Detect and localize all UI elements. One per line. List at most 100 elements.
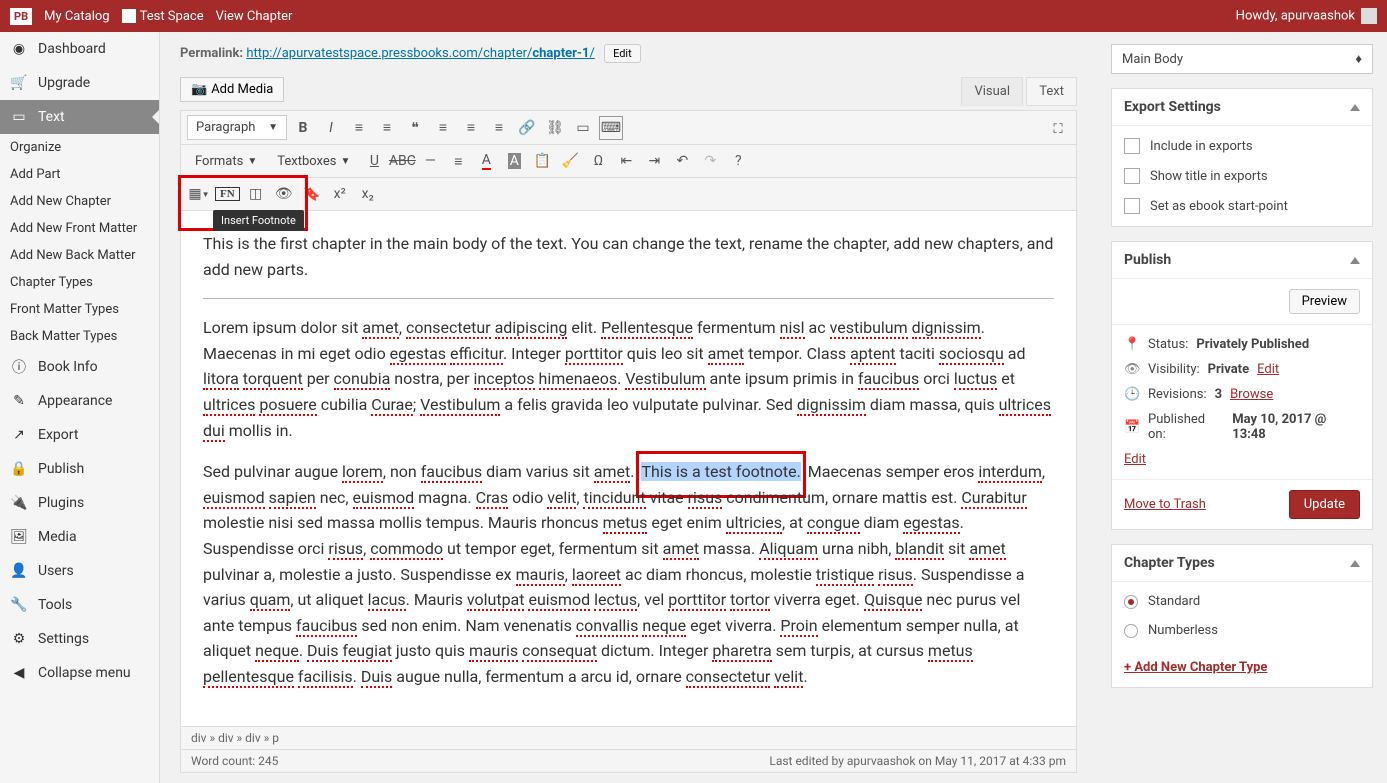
specialchar-button[interactable]: Ω [586,149,610,173]
footnote-tooltip: Insert Footnote [213,210,304,231]
formats-dropdown[interactable]: Formats▼ [187,150,265,173]
sidebar-appearance[interactable]: ✎Appearance [0,384,159,418]
add-media-button[interactable]: 📷Add Media [180,77,284,102]
browse-revisions-link[interactable]: Browse [1230,387,1273,402]
brush-icon: ✎ [10,392,28,410]
redo-button[interactable]: ↷ [698,149,722,173]
justify-button[interactable]: ≡ [446,149,470,173]
collapse-icon [1350,560,1360,567]
ul-button[interactable]: ≡ [347,116,371,140]
strike-button[interactable]: ABC [390,149,414,173]
preview-button[interactable]: Preview [1289,289,1360,314]
ol-button[interactable]: ≡ [375,116,399,140]
last-edited: Last edited by apurvaashok on May 11, 20… [769,754,1066,768]
footnote-button[interactable]: FN [215,187,240,201]
editor-box: Paragraph▼ B I ≡ ≡ ❝ ≡ ≡ ≡ 🔗 ⛓ ▭ ⌨ ⛶ For… [180,110,1077,773]
textcolor-button[interactable]: A [474,149,498,173]
permalink-link[interactable]: http://apurvatestspace.pressbooks.com/ch… [246,46,595,61]
tab-text[interactable]: Text [1026,77,1077,106]
sidebar-sub-organize[interactable]: Organize [0,134,159,161]
textboxes-dropdown[interactable]: Textboxes▼ [269,150,358,173]
indent-button[interactable]: ⇥ [642,149,666,173]
export-settings-box: Export Settings Include in exports Show … [1111,88,1373,227]
sidebar-bookinfo[interactable]: ⓘBook Info [0,350,159,384]
export-settings-head[interactable]: Export Settings [1112,89,1372,126]
test-space-link[interactable]: Test Space [122,9,204,24]
quote-button[interactable]: ❝ [403,116,427,140]
undo-button[interactable]: ↶ [670,149,694,173]
sidebar-sub-chaptertypes[interactable]: Chapter Types [0,269,159,296]
update-button[interactable]: Update [1289,490,1360,519]
aligncenter-button[interactable]: ≡ [459,116,483,140]
site-logo[interactable]: PB [10,8,32,25]
user-greeting[interactable]: Howdy, apurvaashok [1236,8,1377,24]
include-exports-checkbox[interactable]: Include in exports [1124,138,1360,154]
help-button[interactable]: ? [726,149,750,173]
move-to-trash-link[interactable]: Move to Trash [1124,497,1206,512]
subscript-button[interactable]: x₂ [356,182,380,206]
permalink-label: Permalink: [180,46,243,61]
fullscreen-button[interactable]: ⛶ [1046,117,1070,141]
chapter-types-head[interactable]: Chapter Types [1112,545,1372,582]
eye-icon: 👁 [1124,362,1140,377]
editor-content-area[interactable]: This is the first chapter in the main bo… [181,211,1076,726]
outdent-button[interactable]: ⇤ [614,149,638,173]
part-select[interactable]: Main Body♦ [1111,44,1373,74]
alignleft-button[interactable]: ≡ [431,116,455,140]
sidebar-sub-addchapter[interactable]: Add New Chapter [0,188,159,215]
paste-button[interactable]: 📋 [530,149,554,173]
ebook-start-checkbox[interactable]: Set as ebook start-point [1124,198,1360,214]
sidebar-sub-addfront[interactable]: Add New Front Matter [0,215,159,242]
alignright-button[interactable]: ≡ [487,116,511,140]
page-icon [122,9,136,23]
anchor-visibility-button[interactable]: 👁 [272,182,296,206]
sidebar-upgrade[interactable]: 🛒Upgrade [0,66,159,100]
my-catalog-link[interactable]: My Catalog [44,9,109,24]
toolbar-toggle-button[interactable]: ⌨ [599,116,623,140]
edit-date-link[interactable]: Edit [1124,452,1146,467]
tab-visual[interactable]: Visual [961,77,1023,106]
sidebar-sub-fronttypes[interactable]: Front Matter Types [0,296,159,323]
link-button[interactable]: 🔗 [515,116,539,140]
publish-head[interactable]: Publish [1112,242,1372,279]
editor-footer: Word count: 245 Last edited by apurvaash… [181,749,1076,772]
superscript-button[interactable]: x² [328,182,352,206]
bgcolor-button[interactable]: A [502,149,526,173]
grid-button[interactable]: ◫ [244,182,268,206]
sidebar-text[interactable]: ▭Text [0,100,159,134]
sidebar-sub-addback[interactable]: Add New Back Matter [0,242,159,269]
sidebar-dashboard[interactable]: ◉Dashboard [0,32,159,66]
chapter-type-standard[interactable]: Standard [1124,594,1360,609]
sidebar-media[interactable]: 🖼Media [0,520,159,554]
edit-visibility-link[interactable]: Edit [1257,362,1279,377]
sidebar-collapse[interactable]: ◀Collapse menu [0,656,159,690]
show-title-checkbox[interactable]: Show title in exports [1124,168,1360,184]
export-icon: ↗ [10,426,28,444]
sidebar-plugins[interactable]: 🔌Plugins [0,486,159,520]
view-chapter-link[interactable]: View Chapter [216,9,293,24]
clear-button[interactable]: 🧹 [558,149,582,173]
sidebar-users[interactable]: 👤Users [0,554,159,588]
sidebar-tools[interactable]: 🔧Tools [0,588,159,622]
unlink-button[interactable]: ⛓ [543,116,567,140]
hr-button[interactable]: — [418,149,442,173]
paragraph-lorem-2: Sed pulvinar augue lorem, non faucibus d… [203,459,1054,689]
sidebar-sub-addpart[interactable]: Add Part [0,161,159,188]
italic-button[interactable]: I [319,116,343,140]
chapter-type-numberless[interactable]: Numberless [1124,623,1360,638]
toolbar-row-2: Formats▼ Textboxes▼ U ABC — ≡ A A 📋 🧹 Ω … [181,145,1076,178]
toolbar-row-1: Paragraph▼ B I ≡ ≡ ❝ ≡ ≡ ≡ 🔗 ⛓ ▭ ⌨ ⛶ [181,111,1076,145]
add-chapter-type-link[interactable]: + Add New Chapter Type [1124,652,1360,675]
more-button[interactable]: ▭ [571,116,595,140]
block-format-select[interactable]: Paragraph▼ [187,115,287,140]
sidebar-export[interactable]: ↗Export [0,418,159,452]
bold-button[interactable]: B [291,116,315,140]
sidebar-publish[interactable]: 🔒Publish [0,452,159,486]
underline-button[interactable]: U [362,149,386,173]
sidebar-sub-backtypes[interactable]: Back Matter Types [0,323,159,350]
bookmark-button[interactable]: 🔖 [300,182,324,206]
table-button[interactable]: ▦▼ [187,182,211,206]
dashboard-icon: ◉ [10,40,28,58]
sidebar-settings[interactable]: ⚙Settings [0,622,159,656]
edit-permalink-button[interactable]: Edit [604,44,641,63]
